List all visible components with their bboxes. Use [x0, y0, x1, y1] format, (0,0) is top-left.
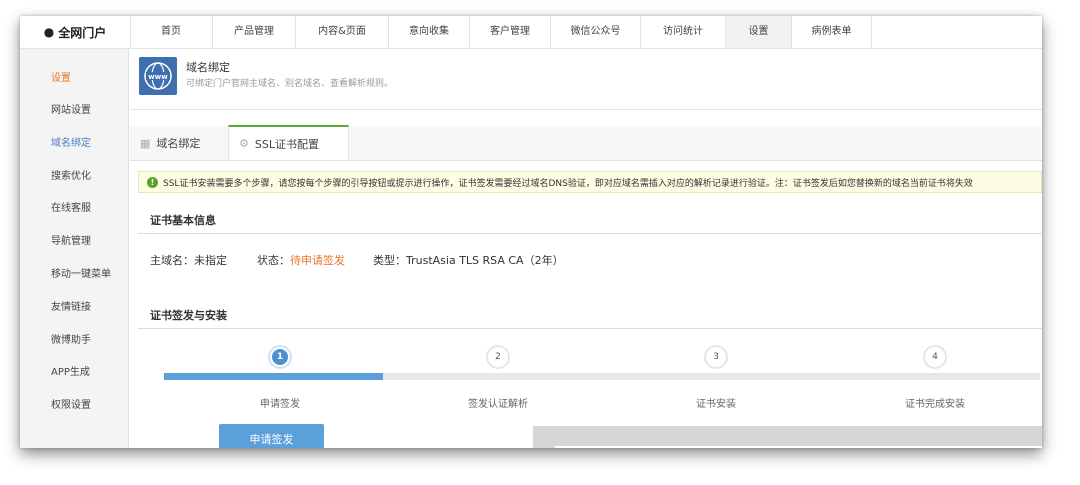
sidebar-item-online-service[interactable]: 在线客服 [51, 199, 91, 214]
tab-domain-binding[interactable]: ▦ 域名绑定 [130, 126, 228, 160]
main-nav: 首页 产品管理 内容&页面 意向收集 客户管理 微信公众号 访问统计 设置 病例… [130, 16, 872, 48]
app-window: ● 全网门户 首页 产品管理 内容&页面 意向收集 客户管理 微信公众号 访问统… [20, 16, 1042, 448]
sidebar-item-permissions[interactable]: 权限设置 [51, 396, 91, 411]
domain-label: 主域名： [150, 254, 194, 267]
globe-icon: ● [43, 25, 55, 39]
step-number: 1 [272, 349, 288, 365]
step-1-indicator: 1 [268, 345, 292, 369]
svg-text:www: www [148, 73, 168, 81]
sidebar-item-site-settings[interactable]: 网站设置 [51, 101, 91, 116]
nav-item-case-form[interactable]: 病例表单 [792, 16, 872, 48]
sidebar-item-settings[interactable]: 设置 [51, 69, 71, 84]
cert-info-row: 主域名： 未指定 状态： 待申请签发 类型： TrustAsia TLS RSA… [150, 252, 564, 268]
tab-label: SSL证书配置 [254, 137, 319, 151]
alert-icon: ! [147, 176, 158, 188]
top-navigation: ● 全网门户 首页 产品管理 内容&页面 意向收集 客户管理 微信公众号 访问统… [20, 16, 1042, 49]
tab-label: 域名绑定 [156, 137, 201, 150]
page-title: 域名绑定 [186, 61, 230, 74]
install-title: 证书签发与安装 [150, 309, 227, 322]
nav-item-home[interactable]: 首页 [130, 16, 213, 48]
preview-inner [555, 446, 1042, 448]
nav-item-customers[interactable]: 客户管理 [470, 16, 551, 48]
divider [138, 328, 1042, 329]
grid-icon: ▦ [140, 136, 151, 150]
tab-bar: ▦ 域名绑定 ⚙ SSL证书配置 [130, 125, 1042, 161]
nav-item-settings[interactable]: 设置 [726, 16, 792, 48]
progress-fill [164, 373, 383, 380]
status-label: 状态： [257, 254, 290, 267]
sidebar-item-mobile-menu[interactable]: 移动一键菜单 [51, 265, 111, 280]
tab-ssl-config[interactable]: ⚙ SSL证书配置 [228, 125, 349, 160]
step-2-indicator: 2 [486, 345, 510, 369]
step-4-label: 证书完成安装 [905, 399, 965, 410]
cert-info-title: 证书基本信息 [150, 214, 216, 227]
step-number: 3 [713, 352, 719, 362]
step-3-label: 证书安装 [696, 399, 736, 410]
apply-issue-button[interactable]: 申请签发 [219, 424, 324, 448]
page-description: 可绑定门户官网主域名、别名域名、查看解析规则。 [186, 79, 394, 89]
gear-icon: ⚙ [239, 137, 249, 150]
nav-item-stats[interactable]: 访问统计 [641, 16, 726, 48]
page-header: www 域名绑定 可绑定门户官网主域名、别名域名、查看解析规则。 [130, 49, 1042, 110]
sidebar-item-domain-binding[interactable]: 域名绑定 [51, 134, 91, 149]
step-4-indicator: 4 [923, 345, 947, 369]
type-label: 类型： [373, 254, 406, 267]
preview-panel [533, 426, 1042, 448]
step-2-label: 签发认证解析 [468, 399, 528, 410]
status-value: 待申请签发 [290, 254, 345, 267]
main-content: www 域名绑定 可绑定门户官网主域名、别名域名、查看解析规则。 ▦ 域名绑定 … [130, 49, 1042, 448]
www-globe-icon: www [139, 57, 177, 95]
notice-banner: ! SSL证书安装需要多个步骤，请您按每个步骤的引导按钮或提示进行操作，证书签发… [138, 171, 1042, 193]
sidebar-item-friend-links[interactable]: 友情链接 [51, 298, 91, 313]
step-1-label: 申请签发 [260, 399, 300, 410]
sidebar-item-weibo[interactable]: 微博助手 [51, 331, 91, 346]
step-number: 4 [932, 352, 938, 362]
brand-name: 全网门户 [58, 25, 107, 40]
sidebar-item-seo[interactable]: 搜索优化 [51, 167, 91, 182]
type-value: TrustAsia TLS RSA CA（2年） [406, 254, 564, 267]
step-3-indicator: 3 [704, 345, 728, 369]
sidebar-item-app[interactable]: APP生成 [51, 363, 90, 378]
notice-text: SSL证书安装需要多个步骤，请您按每个步骤的引导按钮或提示进行操作，证书签发需要… [163, 178, 973, 189]
sidebar-item-navigation[interactable]: 导航管理 [51, 232, 91, 247]
divider [138, 233, 1042, 234]
brand-logo[interactable]: ● 全网门户 [20, 16, 131, 48]
sidebar: 设置 网站设置 域名绑定 搜索优化 在线客服 导航管理 移动一键菜单 友情链接 … [20, 49, 129, 448]
domain-value: 未指定 [194, 254, 227, 267]
nav-item-wechat[interactable]: 微信公众号 [551, 16, 641, 48]
nav-item-leads[interactable]: 意向收集 [389, 16, 470, 48]
step-number: 2 [495, 352, 501, 362]
nav-item-products[interactable]: 产品管理 [213, 16, 296, 48]
nav-item-content[interactable]: 内容&页面 [296, 16, 389, 48]
